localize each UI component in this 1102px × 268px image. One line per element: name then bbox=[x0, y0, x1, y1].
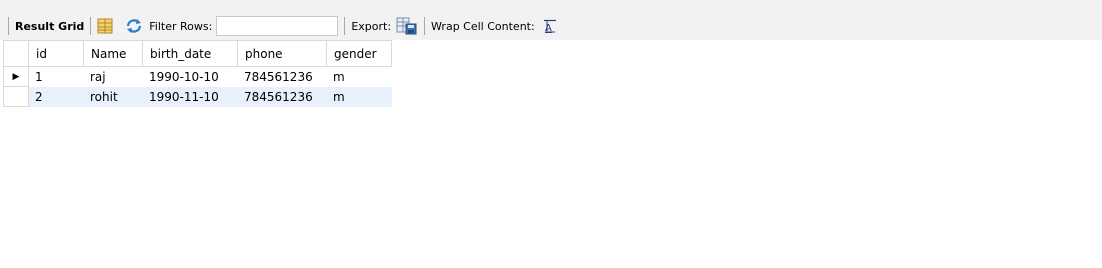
cell-id[interactable]: 1 bbox=[29, 67, 84, 87]
current-row-arrow-icon: ▶ bbox=[3, 66, 29, 87]
export-label: Export: bbox=[351, 19, 392, 33]
result-grid[interactable]: id Name birth_date phone gender ▶ 1 raj … bbox=[0, 40, 1102, 268]
column-header-birth-date[interactable]: birth_date bbox=[142, 40, 238, 67]
result-grid-tab[interactable]: Result Grid bbox=[15, 20, 84, 33]
export-icon[interactable] bbox=[396, 17, 418, 35]
column-header-name[interactable]: Name bbox=[83, 40, 143, 67]
cell-name[interactable]: rohit bbox=[83, 86, 143, 107]
refresh-icon[interactable] bbox=[125, 18, 143, 34]
cell-phone[interactable]: 784561236 bbox=[237, 86, 327, 107]
column-header-id[interactable]: id bbox=[28, 40, 84, 67]
column-header-gender[interactable]: gender bbox=[326, 40, 392, 67]
toolbar-separator bbox=[90, 17, 92, 35]
table-row[interactable]: ▶ 1 raj 1990-10-10 784561236 m bbox=[3, 66, 392, 87]
toolbar-separator bbox=[424, 17, 426, 35]
cell-name[interactable]: raj bbox=[84, 67, 143, 87]
header-row: id Name birth_date phone gender bbox=[3, 40, 392, 67]
filter-rows-input[interactable] bbox=[216, 16, 339, 36]
form-editor-icon[interactable] bbox=[97, 18, 113, 34]
column-header-phone[interactable]: phone bbox=[237, 40, 327, 67]
cell-gender[interactable]: m bbox=[326, 86, 392, 107]
toolbar-separator bbox=[8, 17, 9, 35]
result-toolbar: Result Grid Filter Rows: Export: Wrap Ce… bbox=[0, 12, 1102, 40]
cell-gender[interactable]: m bbox=[327, 67, 392, 87]
cell-id[interactable]: 2 bbox=[28, 86, 84, 107]
wrap-text-icon[interactable]: A bbox=[543, 19, 557, 33]
cell-birth-date[interactable]: 1990-10-10 bbox=[143, 67, 238, 87]
filter-rows-label: Filter Rows: bbox=[149, 19, 213, 33]
top-strip bbox=[0, 0, 1102, 12]
cell-birth-date[interactable]: 1990-11-10 bbox=[142, 86, 238, 107]
row-indicator bbox=[3, 86, 29, 107]
table-row[interactable]: 2 rohit 1990-11-10 784561236 m bbox=[3, 86, 392, 107]
cell-phone[interactable]: 784561236 bbox=[238, 67, 327, 87]
toolbar-separator bbox=[344, 17, 346, 35]
result-table: id Name birth_date phone gender ▶ 1 raj … bbox=[3, 40, 392, 107]
row-indicator-header bbox=[3, 40, 29, 67]
wrap-cell-content-label: Wrap Cell Content: bbox=[431, 19, 535, 33]
